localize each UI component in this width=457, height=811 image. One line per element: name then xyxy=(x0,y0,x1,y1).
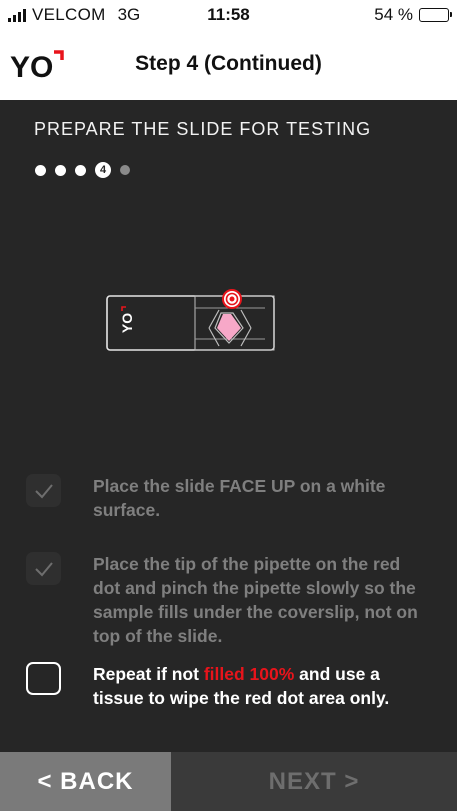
slide-illustration: YO xyxy=(106,289,275,351)
progress-dot-current: 4 xyxy=(95,162,111,178)
checklist-item-2[interactable]: Place the tip of the pipette on the red … xyxy=(26,552,428,648)
check-icon xyxy=(34,483,53,498)
footer-nav: < BACK NEXT > xyxy=(0,752,457,811)
checklist-text: Place the slide FACE UP on a white surfa… xyxy=(93,476,386,520)
battery-icon xyxy=(419,8,452,22)
app-header: YO Step 4 (Continued) xyxy=(0,30,457,100)
battery-percent: 54 % xyxy=(374,5,413,24)
progress-dot-3 xyxy=(75,164,86,176)
checklist-item-1[interactable]: Place the slide FACE UP on a white surfa… xyxy=(26,474,428,522)
checkbox-unchecked[interactable] xyxy=(26,662,61,695)
checklist-item-3[interactable]: Repeat if not filled 100% and use a tiss… xyxy=(26,662,428,710)
section-title: PREPARE THE SLIDE FOR TESTING xyxy=(34,119,372,139)
back-button[interactable]: < BACK xyxy=(0,752,171,811)
next-button[interactable]: NEXT > xyxy=(171,752,457,811)
progress-dot-5 xyxy=(120,165,130,175)
checkbox-checked[interactable] xyxy=(26,474,61,507)
status-bar: VELCOM 3G 11:58 54 % xyxy=(0,0,457,30)
checklist-text: Repeat if not filled 100% and use a tiss… xyxy=(93,664,390,708)
step-progress: 4 xyxy=(35,162,130,178)
progress-dot-1 xyxy=(35,164,46,176)
checklist-text: Place the tip of the pipette on the red … xyxy=(93,554,418,646)
progress-dot-2 xyxy=(55,164,66,176)
slide-logo-text: YO xyxy=(119,313,135,333)
page-title: Step 4 (Continued) xyxy=(135,52,322,75)
checkbox-checked[interactable] xyxy=(26,552,61,585)
check-icon xyxy=(34,561,53,576)
sample-drop xyxy=(217,314,241,341)
highlight-text: filled 100% xyxy=(203,664,295,684)
